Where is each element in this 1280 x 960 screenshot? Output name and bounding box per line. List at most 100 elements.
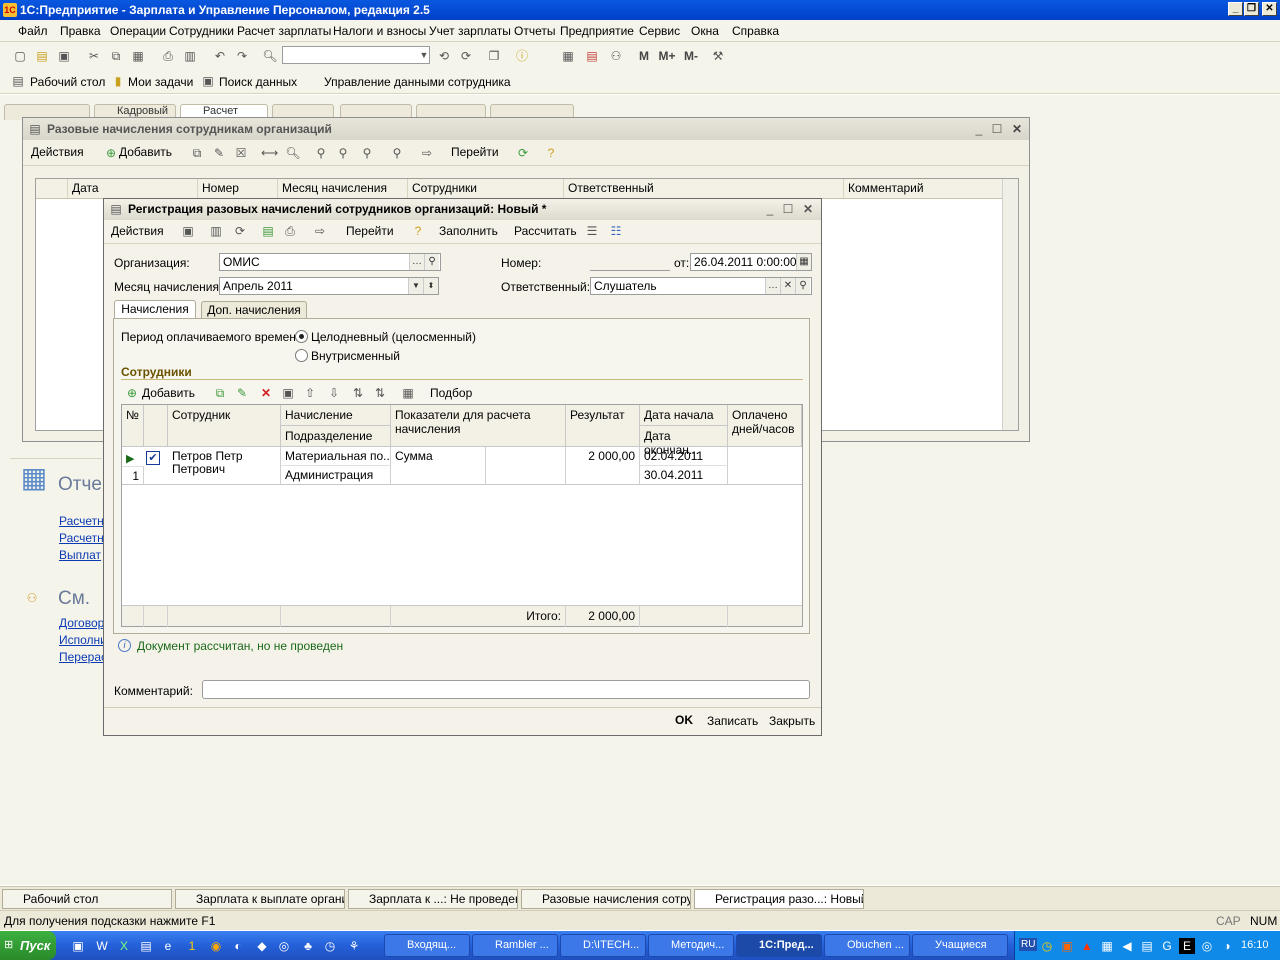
menu-enterprise[interactable]: Предприятие xyxy=(560,24,634,38)
grid-sort-desc-icon[interactable]: ⇅ xyxy=(372,385,388,401)
menu-taxes[interactable]: Налоги и взносы xyxy=(333,24,426,38)
grid-settings-icon[interactable]: ▦ xyxy=(400,385,416,401)
search-input[interactable] xyxy=(282,46,430,64)
report-link-2[interactable]: Расчетн xyxy=(59,531,104,545)
taskbar-1c[interactable]: 1С:Пред... xyxy=(736,934,822,957)
1c-quick-icon[interactable]: 1 xyxy=(184,938,200,954)
undo-icon[interactable]: ↶ xyxy=(212,48,228,64)
grid-add-button[interactable]: Добавить xyxy=(142,386,195,400)
taskbar-students[interactable]: Учащиеся xyxy=(912,934,1008,957)
menu-service[interactable]: Сервис xyxy=(639,24,680,38)
org-field[interactable]: ОМИС xyxy=(219,253,441,271)
radio-intraday[interactable] xyxy=(295,349,308,362)
ie-icon[interactable]: e xyxy=(160,938,176,954)
doc-list-icon[interactable]: ☷ xyxy=(608,223,624,239)
tray-volume-icon[interactable]: ◀ xyxy=(1119,938,1135,954)
doc-structure-icon[interactable]: ⇨ xyxy=(312,223,328,239)
report-link-3[interactable]: Выплат xyxy=(59,548,101,562)
resp-select-icon[interactable]: … xyxy=(765,278,780,294)
list-filter-icon[interactable]: ⚲ xyxy=(313,145,329,161)
window-tab-one-time-list[interactable]: Разовые начисления сотру... xyxy=(521,889,691,909)
grid-end-edit-icon[interactable]: ▣ xyxy=(280,385,296,401)
taskbar-rambler[interactable]: Rambler ... xyxy=(472,934,558,957)
word-icon[interactable]: W xyxy=(94,938,110,954)
taskbar-explorer[interactable]: D:\ITECH... xyxy=(560,934,646,957)
print-icon[interactable]: ⎙ xyxy=(160,48,176,64)
users-icon[interactable]: ⚇ xyxy=(608,48,624,64)
see-link-3[interactable]: Перерас xyxy=(59,650,107,664)
menu-file[interactable]: Файл xyxy=(18,24,48,38)
cut-icon[interactable]: ✂ xyxy=(86,48,102,64)
col-number[interactable]: Номер xyxy=(198,179,278,198)
month-field[interactable]: Апрель 2011 xyxy=(219,277,439,295)
grid-copy-icon[interactable]: ⧉ xyxy=(212,385,228,401)
doc-goto-menu[interactable]: Перейти xyxy=(346,224,394,238)
list-copy-icon[interactable]: ⧉ xyxy=(189,145,205,161)
window-tab-salary[interactable]: Зарплата к выплате органи... xyxy=(175,889,345,909)
doc-maximize-icon[interactable]: ☐ xyxy=(780,201,796,217)
tray-7-icon[interactable]: E xyxy=(1179,938,1195,954)
list-export-icon[interactable]: ⇨ xyxy=(419,145,435,161)
memory-minus-icon[interactable]: M- xyxy=(680,48,702,64)
tray-6-icon[interactable]: G xyxy=(1159,938,1175,954)
copy-icon[interactable]: ⧉ xyxy=(108,48,124,64)
list-add-button[interactable]: Добавить xyxy=(119,145,172,159)
language-indicator[interactable]: RU xyxy=(1019,938,1038,951)
doc-actions-menu[interactable]: Действия xyxy=(111,224,164,238)
list-scrollbar[interactable] xyxy=(1002,179,1018,430)
search-dropdown-icon[interactable]: ▼ xyxy=(416,47,432,63)
find-next-icon[interactable]: ⟲ xyxy=(436,48,452,64)
menu-help[interactable]: Справка xyxy=(732,24,779,38)
list-goto-menu[interactable]: Перейти xyxy=(451,145,499,159)
select-button[interactable]: Подбор xyxy=(430,386,472,400)
list-close-icon[interactable]: ✕ xyxy=(1009,121,1025,137)
resp-clear-icon[interactable]: ✕ xyxy=(780,278,795,294)
find-prev-icon[interactable]: ⟳ xyxy=(458,48,474,64)
tray-2-icon[interactable]: ▣ xyxy=(1059,938,1075,954)
quicklaunch-8-icon[interactable]: ◐ xyxy=(230,938,246,954)
table-row[interactable]: ▶ 1 ✔ Петров Петр Петрович Материальная … xyxy=(122,447,802,485)
doc-post-icon[interactable]: ▥ xyxy=(208,223,224,239)
save-icon[interactable]: ▣ xyxy=(56,48,72,64)
report-link-1[interactable]: Расчетн xyxy=(59,514,104,528)
org-search-icon[interactable]: ⚲ xyxy=(424,254,439,270)
calendar-icon[interactable]: ▤ xyxy=(584,48,600,64)
tasks-button[interactable]: Мои задачи xyxy=(128,75,193,89)
col-month[interactable]: Месяц начисления xyxy=(278,179,408,198)
radio-fullday[interactable] xyxy=(295,330,308,343)
grid-edit-icon[interactable]: ✎ xyxy=(234,385,250,401)
list-actions-menu[interactable]: Действия xyxy=(31,145,84,159)
tray-network-icon[interactable]: ▦ xyxy=(1099,938,1115,954)
doc-close-icon[interactable]: ✕ xyxy=(800,201,816,217)
menu-accounting[interactable]: Учет зарплаты xyxy=(429,24,511,38)
list-filter2-icon[interactable]: ⚲ xyxy=(335,145,351,161)
menu-edit[interactable]: Правка xyxy=(60,24,101,38)
quicklaunch-4-icon[interactable]: ▤ xyxy=(138,938,154,954)
quicklaunch-10-icon[interactable]: ◎ xyxy=(276,938,292,954)
quicklaunch-9-icon[interactable]: ◆ xyxy=(254,938,270,954)
window-tab-desktop[interactable]: Рабочий стол xyxy=(2,889,172,909)
doc-help-icon[interactable]: ? xyxy=(410,223,426,239)
tray-9-icon[interactable]: ◑ xyxy=(1219,938,1235,954)
col-responsible[interactable]: Ответственный xyxy=(564,179,844,198)
close-icon[interactable]: ✕ xyxy=(1262,2,1277,16)
info-icon[interactable]: ⓘ xyxy=(514,48,530,64)
window-tab-registration[interactable]: Регистрация разо...: Новый * xyxy=(694,889,864,909)
restore-icon[interactable]: ❐ xyxy=(1244,2,1259,16)
resp-search-icon[interactable]: ⚲ xyxy=(795,278,810,294)
save-button[interactable]: Записать xyxy=(707,714,758,728)
col-comment[interactable]: Комментарий xyxy=(844,179,1004,198)
comment-field[interactable] xyxy=(202,680,810,699)
quicklaunch-12-icon[interactable]: ◷ xyxy=(322,938,338,954)
paste-icon[interactable]: ▦ xyxy=(130,48,146,64)
list-delete-icon[interactable]: ☒ xyxy=(233,145,249,161)
list-interval-icon[interactable]: ⟷ xyxy=(261,145,278,161)
firefox-icon[interactable]: ◉ xyxy=(208,938,224,954)
window-icon[interactable]: ❐ xyxy=(486,48,502,64)
col-employees[interactable]: Сотрудники xyxy=(408,179,564,198)
tray-ati-icon[interactable]: ▲ xyxy=(1079,938,1095,954)
list-find-icon[interactable]: 🔍︎ xyxy=(285,145,301,161)
date-calendar-icon[interactable]: ▦ xyxy=(796,254,811,270)
doc-based-icon[interactable]: ▤ xyxy=(260,223,276,239)
doc-minimize-icon[interactable]: _ xyxy=(762,201,778,217)
